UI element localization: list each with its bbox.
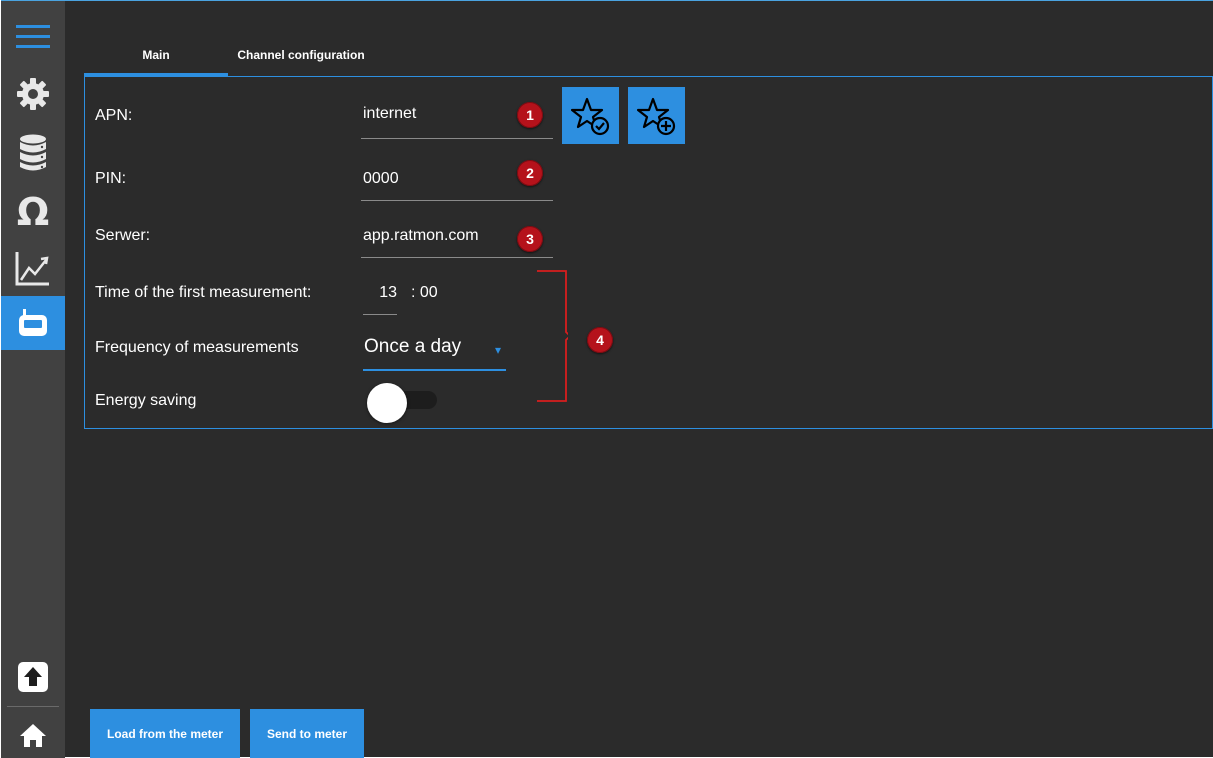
minute-value[interactable]: : 00 — [411, 283, 438, 303]
svg-text:Ω: Ω — [17, 192, 49, 230]
tab-channel-configuration[interactable]: Channel configuration — [228, 37, 374, 73]
sidebar-item-chart[interactable] — [1, 241, 65, 295]
load-from-meter-button[interactable]: Load from the meter — [90, 709, 240, 758]
energy-saving-label: Energy saving — [95, 392, 197, 409]
star-check-icon — [570, 97, 609, 135]
callout-badge-2: 2 — [517, 160, 543, 186]
hour-value: 13 — [379, 284, 397, 301]
apply-favorite-apn-button[interactable] — [562, 87, 619, 144]
sidebar-item-upload[interactable] — [1, 653, 65, 701]
sidebar-item-menu[interactable] — [1, 11, 65, 63]
hour-input[interactable]: 13 — [363, 283, 397, 315]
frequency-value: Once a day — [364, 336, 462, 357]
star-plus-icon — [636, 97, 675, 135]
callout-badge-3: 3 — [517, 226, 543, 252]
sidebar-item-home[interactable] — [1, 713, 65, 757]
chevron-down-icon: ▾ — [495, 343, 502, 357]
sidebar-item-meter[interactable] — [1, 296, 65, 350]
callout-badge-4: 4 — [587, 327, 613, 353]
upload-icon — [18, 662, 48, 692]
meter-device-icon — [19, 309, 47, 336]
server-label: Serwer: — [95, 227, 151, 244]
line-chart-icon — [15, 252, 49, 286]
pin-label: PIN: — [95, 170, 127, 187]
apn-label: APN: — [95, 107, 133, 124]
frequency-select[interactable]: Once a day — [363, 334, 506, 371]
sidebar-item-settings[interactable] — [1, 65, 65, 123]
frequency-label: Frequency of measurements — [95, 339, 299, 356]
gear-icon — [17, 78, 49, 110]
send-to-meter-button[interactable]: Send to meter — [250, 709, 364, 758]
callout-badge-1: 1 — [517, 102, 543, 128]
hamburger-menu-icon — [16, 25, 50, 48]
sidebar-item-resistance[interactable]: Ω — [1, 183, 65, 239]
omega-icon: Ω — [17, 192, 49, 230]
database-icon — [20, 134, 46, 171]
sidebar-separator — [7, 706, 59, 707]
first-measurement-label: Time of the first measurement: — [95, 284, 312, 301]
add-favorite-apn-button[interactable] — [628, 87, 685, 144]
app-window: Ω Main Channel configuration APN: intern… — [1, 0, 1213, 758]
energy-saving-toggle-knob[interactable] — [367, 383, 407, 423]
home-icon — [20, 724, 46, 747]
sidebar-item-database[interactable] — [1, 125, 65, 181]
group-bracket — [537, 270, 568, 402]
tab-main[interactable]: Main — [84, 37, 228, 73]
sidebar: Ω — [1, 1, 65, 758]
